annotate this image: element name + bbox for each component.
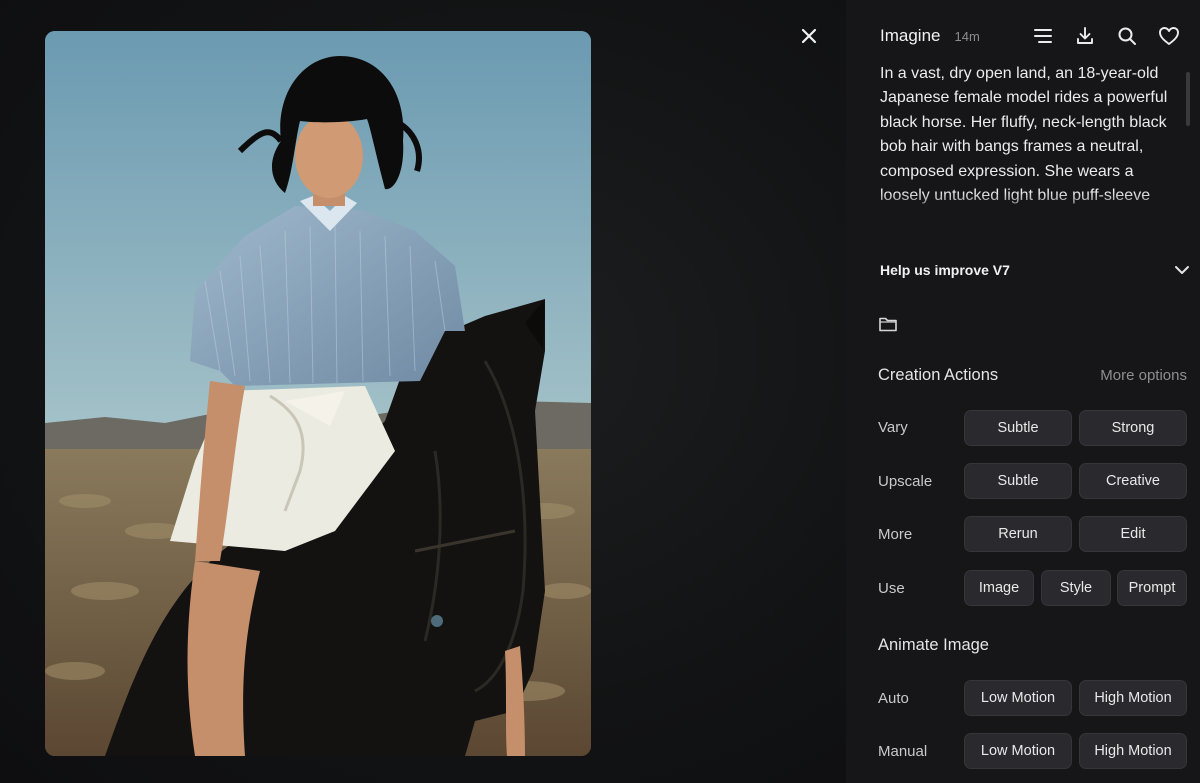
help-improve-toggle[interactable]: Help us improve V7 (880, 258, 1190, 282)
prompt-text[interactable]: In a vast, dry open land, an 18-year-old… (880, 62, 1170, 208)
download-icon (1077, 27, 1093, 44)
generated-image[interactable] (45, 31, 591, 756)
more-options-link[interactable]: More options (1100, 367, 1187, 384)
upscale-subtle-button[interactable]: Subtle (964, 463, 1072, 499)
details-panel: Imagine 14m In a vast, dry open land, an… (846, 0, 1200, 783)
prompt-container: In a vast, dry open land, an 18-year-old… (880, 62, 1170, 232)
auto-label: Auto (878, 690, 909, 707)
upscale-label: Upscale (878, 473, 933, 490)
generated-image-illustration (45, 31, 591, 756)
like-button[interactable] (1158, 25, 1180, 47)
upscale-creative-button[interactable]: Creative (1079, 463, 1187, 499)
more-label: More (878, 526, 913, 543)
use-prompt-button[interactable]: Prompt (1117, 570, 1187, 606)
folder-button[interactable] (878, 315, 900, 335)
download-button[interactable] (1074, 25, 1096, 47)
panel-header: Imagine 14m (880, 22, 1190, 50)
vary-label: Vary (878, 419, 908, 436)
prompt-fade (880, 192, 1170, 232)
image-age: 14m (954, 28, 980, 44)
animate-image-title: Animate Image (878, 636, 989, 654)
chevron-down-icon (1175, 266, 1189, 274)
manual-high-motion-button[interactable]: High Motion (1079, 733, 1187, 769)
manual-label: Manual (878, 743, 928, 760)
menu-button[interactable] (1032, 25, 1054, 47)
image-viewer (0, 0, 846, 783)
edit-button[interactable]: Edit (1079, 516, 1187, 552)
close-icon (801, 28, 817, 44)
search-button[interactable] (1116, 25, 1138, 47)
app-title: Imagine (880, 26, 941, 45)
prompt-scrollbar[interactable] (1186, 72, 1190, 126)
help-improve-label: Help us improve V7 (880, 262, 1010, 278)
use-style-button[interactable]: Style (1041, 570, 1111, 606)
creation-actions-title: Creation Actions (878, 366, 999, 384)
close-button[interactable] (796, 23, 822, 49)
auto-high-motion-button[interactable]: High Motion (1079, 680, 1187, 716)
use-label: Use (878, 580, 905, 597)
menu-icon (1034, 29, 1052, 43)
search-icon (1118, 27, 1136, 45)
heart-icon (1159, 27, 1179, 45)
vary-subtle-button[interactable]: Subtle (964, 410, 1072, 446)
header-actions (1032, 22, 1180, 50)
auto-low-motion-button[interactable]: Low Motion (964, 680, 1072, 716)
manual-low-motion-button[interactable]: Low Motion (964, 733, 1072, 769)
rerun-button[interactable]: Rerun (964, 516, 1072, 552)
use-image-button[interactable]: Image (964, 570, 1034, 606)
vary-strong-button[interactable]: Strong (1079, 410, 1187, 446)
folder-icon (879, 317, 897, 332)
